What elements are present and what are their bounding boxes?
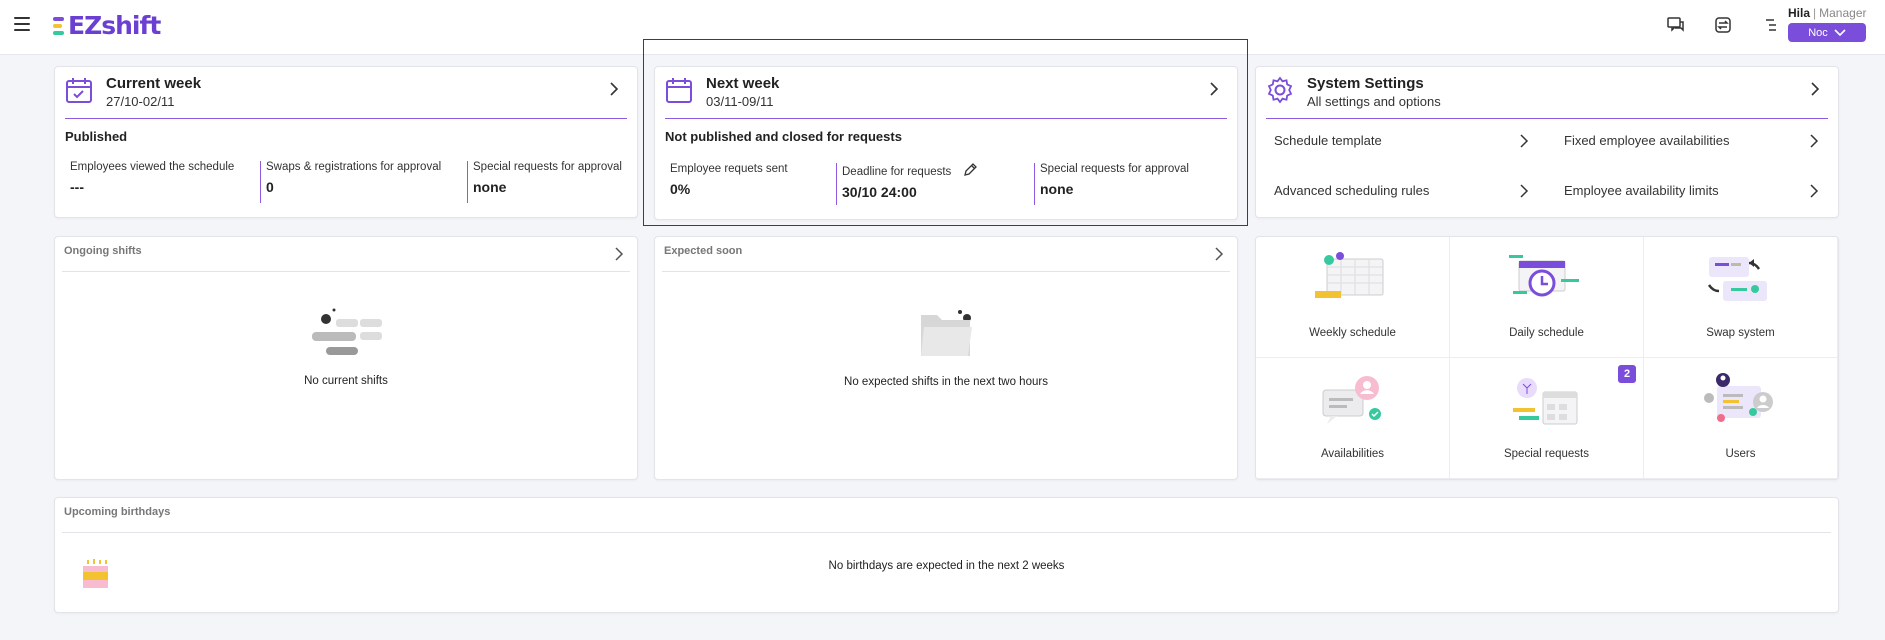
chevron-right-icon bbox=[1520, 134, 1529, 148]
settings-link-availability-limits[interactable]: Employee availability limits bbox=[1564, 183, 1820, 198]
chevron-right-icon[interactable] bbox=[1213, 247, 1225, 261]
card-title: Current week bbox=[106, 75, 202, 92]
current-week-card: Current week 27/10-02/11 Published Emplo… bbox=[54, 66, 638, 218]
empty-folder-illustration bbox=[921, 310, 972, 356]
card-title: System Settings bbox=[1307, 75, 1424, 92]
empty-message: No current shifts bbox=[304, 375, 388, 387]
menu-icon[interactable] bbox=[14, 17, 30, 31]
tile-swap-system[interactable]: Swap system bbox=[1644, 237, 1838, 358]
upcoming-birthdays-card: Upcoming birthdays No birthdays are expe… bbox=[54, 497, 1839, 613]
tile-label: Availabilities bbox=[1320, 448, 1385, 460]
user-role: Manager bbox=[1819, 6, 1867, 20]
tile-label: Swap system bbox=[1706, 327, 1775, 339]
chevron-right-icon bbox=[1810, 134, 1819, 148]
user-info: Hila | Manager bbox=[1788, 6, 1878, 20]
settings-link-advanced-rules[interactable]: Advanced scheduling rules bbox=[1274, 183, 1530, 198]
tile-users[interactable]: Users bbox=[1644, 358, 1838, 479]
tile-daily-schedule[interactable]: Daily schedule bbox=[1450, 237, 1644, 358]
tile-weekly-schedule[interactable]: Weekly schedule bbox=[1256, 237, 1450, 358]
swap-icon[interactable] bbox=[1712, 14, 1734, 36]
divider bbox=[62, 271, 630, 272]
stat-label: Swaps & registrations for approval bbox=[266, 161, 442, 173]
chevron-down-icon bbox=[1834, 28, 1846, 36]
logo-mark bbox=[53, 17, 67, 35]
tile-availabilities[interactable]: Availabilities bbox=[1256, 358, 1450, 479]
org-dropdown[interactable]: Noc bbox=[1788, 23, 1866, 42]
logo-text: EZshift bbox=[68, 11, 161, 40]
weekly-schedule-icon bbox=[1315, 252, 1384, 298]
current-week-header[interactable]: Current week 27/10-02/11 bbox=[65, 67, 627, 119]
tile-special-requests[interactable]: Special requests 2 bbox=[1450, 358, 1644, 479]
chevron-right-icon[interactable] bbox=[1808, 82, 1822, 96]
tile-label: Users bbox=[1725, 448, 1756, 460]
tile-label: Weekly schedule bbox=[1309, 327, 1396, 339]
notification-badge: 2 bbox=[1618, 365, 1636, 383]
settings-link-fixed-availabilities[interactable]: Fixed employee availabilities bbox=[1564, 133, 1820, 148]
user-name: Hila bbox=[1788, 6, 1811, 20]
chevron-right-icon[interactable] bbox=[607, 82, 621, 96]
list-menu-icon[interactable] bbox=[1760, 14, 1782, 36]
stat-value: --- bbox=[70, 179, 84, 195]
calendar-check-icon bbox=[66, 78, 92, 103]
expected-soon-card: Expected soon No expected shifts in the … bbox=[654, 236, 1238, 480]
tile-label: Special requests bbox=[1503, 448, 1590, 460]
settings-link-label: Employee availability limits bbox=[1564, 183, 1719, 198]
settings-link-label: Fixed employee availabilities bbox=[1564, 133, 1730, 148]
chevron-right-icon bbox=[1810, 184, 1819, 198]
empty-message: No expected shifts in the next two hours bbox=[844, 376, 1048, 388]
swap-system-icon bbox=[1707, 257, 1767, 301]
stat-special[interactable]: Special requests for approval none bbox=[467, 161, 627, 203]
user-box: Hila | Manager Noc bbox=[1788, 6, 1878, 42]
panel-title: Ongoing shifts bbox=[64, 245, 142, 257]
divider bbox=[62, 532, 1831, 533]
logo[interactable]: EZshift bbox=[53, 11, 161, 41]
panel-title: Upcoming birthdays bbox=[64, 506, 171, 518]
stat-swaps[interactable]: Swaps & registrations for approval 0 bbox=[260, 161, 467, 203]
gear-icon bbox=[1267, 76, 1293, 104]
users-icon bbox=[1704, 373, 1773, 422]
schedule-status: Published bbox=[65, 129, 128, 144]
settings-link-schedule-template[interactable]: Schedule template bbox=[1274, 133, 1530, 148]
selection-highlight bbox=[643, 39, 1248, 226]
org-name: Noc bbox=[1808, 26, 1828, 39]
tile-label: Daily schedule bbox=[1509, 327, 1584, 339]
panel-title: Expected soon bbox=[664, 245, 743, 257]
availabilities-icon bbox=[1322, 376, 1381, 424]
system-settings-card: System Settings All settings and options… bbox=[1255, 66, 1839, 218]
chevron-right-icon bbox=[1520, 184, 1529, 198]
empty-message: No birthdays are expected in the next 2 … bbox=[828, 560, 1065, 572]
chat-icon[interactable] bbox=[1665, 14, 1687, 36]
settings-link-label: Advanced scheduling rules bbox=[1274, 183, 1430, 198]
stats-row: Employees viewed the schedule --- Swaps … bbox=[65, 161, 627, 203]
card-subtitle: All settings and options bbox=[1307, 94, 1441, 109]
quick-links-card: Weekly schedule Daily schedule Swap syst… bbox=[1255, 236, 1839, 480]
divider bbox=[662, 271, 1230, 272]
stat-value: 0 bbox=[266, 179, 274, 195]
settings-link-label: Schedule template bbox=[1274, 133, 1382, 148]
stat-label: Employees viewed the schedule bbox=[70, 161, 235, 173]
daily-schedule-icon bbox=[1509, 255, 1579, 297]
chevron-right-icon[interactable] bbox=[613, 247, 625, 261]
user-separator: | bbox=[1813, 6, 1817, 20]
stat-label: Special requests for approval bbox=[473, 161, 622, 173]
empty-shifts-illustration bbox=[312, 308, 382, 355]
stat-viewed[interactable]: Employees viewed the schedule --- bbox=[65, 161, 260, 203]
special-requests-icon bbox=[1513, 378, 1578, 425]
stat-value: none bbox=[473, 179, 507, 195]
system-settings-header[interactable]: System Settings All settings and options bbox=[1266, 67, 1828, 119]
card-dates: 27/10-02/11 bbox=[106, 94, 175, 109]
ongoing-shifts-card: Ongoing shifts No current shifts bbox=[54, 236, 638, 480]
